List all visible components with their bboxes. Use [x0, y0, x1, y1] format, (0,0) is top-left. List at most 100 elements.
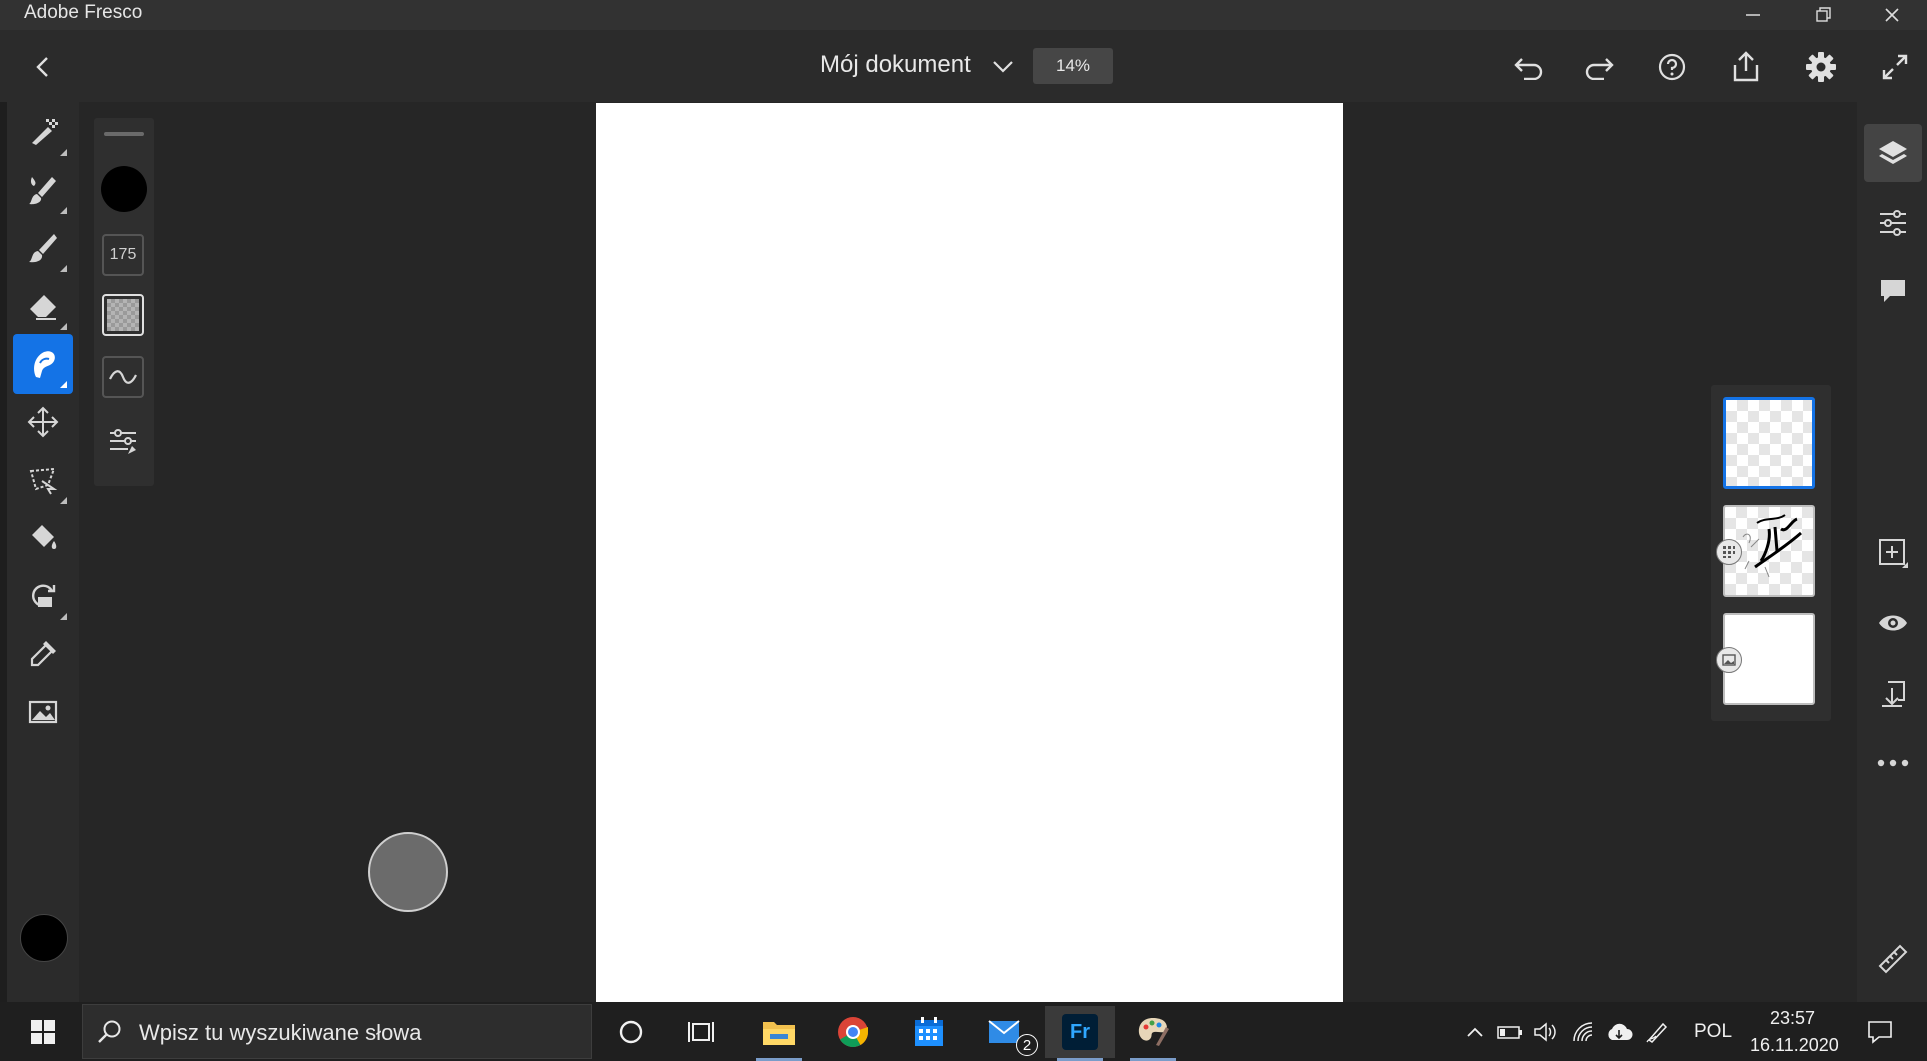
- layer-thumbnail[interactable]: [1723, 397, 1815, 489]
- chrome-icon: [838, 1017, 868, 1048]
- add-layer-button[interactable]: [1864, 524, 1922, 582]
- show-hidden-icons-button[interactable]: [1460, 1006, 1490, 1058]
- submenu-indicator: [60, 613, 67, 620]
- eraser-tool[interactable]: [13, 276, 73, 336]
- chevron-up-icon: [1467, 1027, 1483, 1037]
- windows-taskbar: Wpisz tu wyszukiwane słowa 2 Fr POL 23:5…: [0, 1002, 1927, 1061]
- color-picker-swatch[interactable]: [20, 914, 68, 962]
- battery-icon: [1497, 1026, 1522, 1039]
- calendar-button[interactable]: [894, 1006, 964, 1058]
- chrome-button[interactable]: [818, 1006, 888, 1058]
- task-view-button[interactable]: [666, 1006, 736, 1058]
- document-title[interactable]: Mój dokument: [820, 51, 971, 79]
- cortana-icon: [619, 1020, 643, 1044]
- image-layer-badge: [1716, 647, 1742, 673]
- eyedropper-tool[interactable]: [13, 624, 73, 684]
- share-icon[interactable]: [1727, 48, 1765, 86]
- smudge-tool[interactable]: [13, 334, 73, 394]
- volume-button[interactable]: [1530, 1006, 1562, 1058]
- task-view-icon: [688, 1022, 714, 1042]
- add-layer-icon: [1879, 539, 1908, 568]
- live-brush-tool[interactable]: [13, 160, 73, 220]
- chevron-down-icon[interactable]: [984, 48, 1022, 86]
- lasso-tool[interactable]: [13, 450, 73, 510]
- brush-cursor-preview: [368, 832, 448, 912]
- ruler-button[interactable]: [1864, 930, 1922, 988]
- canvas[interactable]: [596, 103, 1343, 1002]
- fresco-icon: Fr: [1062, 1014, 1098, 1050]
- brush-opacity-control[interactable]: [102, 294, 144, 336]
- lasso-icon: [29, 467, 58, 495]
- brush-smoothing-control[interactable]: [102, 356, 144, 398]
- language-indicator[interactable]: POL: [1694, 1021, 1732, 1043]
- transform-tool[interactable]: [13, 566, 73, 626]
- wifi-icon: [1573, 1022, 1593, 1042]
- taskbar-search[interactable]: Wpisz tu wyszukiwane słowa: [82, 1004, 592, 1059]
- file-explorer-button[interactable]: [744, 1006, 814, 1061]
- move-tool[interactable]: [13, 392, 73, 452]
- restore-button[interactable]: [1788, 0, 1858, 30]
- fullscreen-icon[interactable]: [1876, 48, 1914, 86]
- smudge-icon: [34, 351, 55, 378]
- brush-size-field[interactable]: 175: [102, 234, 144, 276]
- back-icon[interactable]: [24, 48, 62, 86]
- transform-icon: [31, 584, 56, 607]
- live-brush-icon: [29, 177, 56, 205]
- submenu-indicator: [60, 323, 67, 330]
- close-window-button[interactable]: [1857, 0, 1927, 30]
- brush-settings-button[interactable]: [102, 420, 144, 462]
- window-title: Adobe Fresco: [24, 2, 143, 23]
- tool-bar: [7, 102, 79, 1002]
- redo-icon[interactable]: [1581, 48, 1619, 86]
- wave-icon: [109, 370, 137, 384]
- layer-properties-button[interactable]: [1864, 194, 1922, 252]
- submenu-indicator: [60, 149, 67, 156]
- vector-brush-tool[interactable]: [13, 218, 73, 278]
- place-image-tool[interactable]: [13, 682, 73, 742]
- image-icon: [1722, 654, 1736, 666]
- windows-logo-icon: [31, 1020, 55, 1044]
- submenu-indicator: [60, 497, 67, 504]
- image-icon: [28, 700, 58, 724]
- right-panel-bar: [1857, 102, 1927, 1002]
- action-center-button[interactable]: [1852, 1006, 1908, 1058]
- paint-button[interactable]: [1118, 1006, 1188, 1061]
- pixel-brush-icon: [32, 119, 58, 145]
- clock-time[interactable]: 23:57: [1770, 1008, 1815, 1029]
- eye-icon: [1879, 615, 1907, 631]
- minimize-button[interactable]: [1718, 0, 1788, 30]
- mail-button[interactable]: 2: [970, 1006, 1040, 1058]
- start-button[interactable]: [8, 1006, 78, 1058]
- cloud-icon: [1608, 1023, 1633, 1040]
- battery-indicator[interactable]: [1494, 1006, 1526, 1058]
- fresco-taskbar-button[interactable]: Fr: [1045, 1006, 1115, 1061]
- layers-button[interactable]: [1864, 124, 1922, 182]
- comments-button[interactable]: [1864, 262, 1922, 320]
- fill-tool[interactable]: [13, 508, 73, 568]
- vector-brush-icon: [29, 234, 57, 263]
- layers-icon: [1879, 141, 1907, 164]
- undo-icon[interactable]: [1509, 48, 1547, 86]
- eyedropper-icon: [30, 641, 56, 667]
- merge-down-icon: [1882, 681, 1905, 707]
- clock-date[interactable]: 16.11.2020: [1750, 1035, 1839, 1056]
- settings-icon[interactable]: [1802, 48, 1840, 86]
- app-header: Mój dokument 14%: [0, 30, 1927, 102]
- panel-drag-handle[interactable]: [104, 132, 144, 136]
- cortana-button[interactable]: [596, 1006, 666, 1058]
- merge-layer-button[interactable]: [1864, 664, 1922, 722]
- pixel-brush-tool[interactable]: [13, 102, 73, 162]
- search-placeholder: Wpisz tu wyszukiwane słowa: [139, 1020, 422, 1045]
- mail-unread-badge: 2: [1016, 1034, 1038, 1056]
- more-actions-button[interactable]: [1864, 734, 1922, 792]
- help-icon[interactable]: [1653, 48, 1691, 86]
- brush-color-swatch[interactable]: [101, 166, 147, 212]
- toggle-visibility-button[interactable]: [1864, 594, 1922, 652]
- network-button[interactable]: [1568, 1006, 1600, 1058]
- pen-workspace-button[interactable]: [1641, 1006, 1673, 1058]
- cloud-sync-button[interactable]: [1603, 1006, 1635, 1058]
- brush-properties-panel: 175: [94, 118, 154, 486]
- submenu-indicator: [60, 207, 67, 214]
- zoom-level[interactable]: 14%: [1033, 48, 1113, 84]
- fill-icon: [32, 525, 57, 549]
